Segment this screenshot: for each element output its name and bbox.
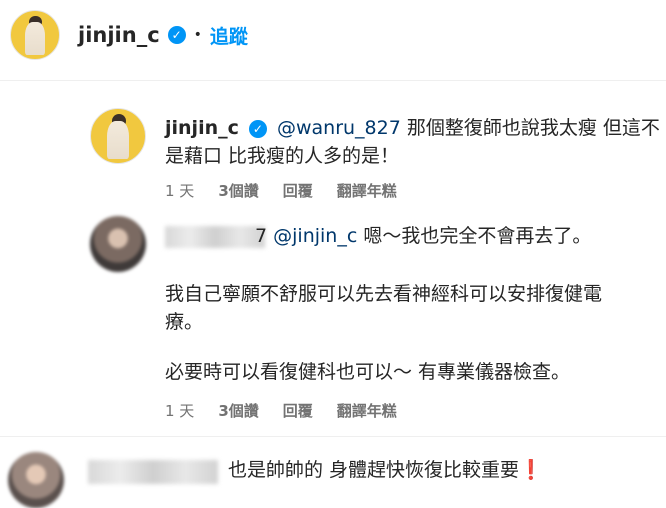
follow-button[interactable]: 追蹤 bbox=[210, 22, 248, 49]
reply1-text-line1: 那個整復師也說我太瘦 但這不 bbox=[400, 117, 660, 139]
reply2-time[interactable]: 1 天 bbox=[165, 400, 194, 421]
reply2-text-body: 我自己寧願不舒服可以先去看神經科可以安排復健電 療。 bbox=[165, 280, 665, 336]
reply2-text-line3: 療。 bbox=[165, 311, 204, 333]
section-divider bbox=[0, 436, 666, 437]
header-avatar[interactable] bbox=[10, 10, 60, 60]
reply1-text-line2: 是藉口 比我瘦的人多的是！ bbox=[165, 145, 400, 167]
reply2-translate-button[interactable]: 翻譯年糕 bbox=[337, 400, 397, 421]
header-dot: • bbox=[193, 27, 202, 43]
header-divider bbox=[0, 80, 666, 81]
reply2-mention[interactable]: @jinjin_c bbox=[273, 225, 357, 247]
reply1-text: jinjin_c ✓ @wanru_827 那個整復師也說我太瘦 但這不 是藉口… bbox=[165, 114, 665, 170]
reply2-meta: 1 天 3個讚 回覆 翻譯年糕 bbox=[165, 400, 397, 421]
reply1-likes[interactable]: 3個讚 bbox=[218, 180, 258, 201]
reply2-username-blurred bbox=[165, 226, 265, 248]
reply1-mention[interactable]: @wanru_827 bbox=[277, 117, 401, 139]
comment3-username-blurred bbox=[88, 460, 218, 484]
comment3-avatar[interactable] bbox=[8, 452, 64, 508]
comment3-text: 也是帥帥的 身體趕快恢復比較重要❗ bbox=[228, 456, 543, 484]
reply2-text-line1: 嗯～我也完全不會再去了。 bbox=[357, 225, 592, 247]
verified-badge-icon: ✓ bbox=[167, 26, 186, 44]
reply1-meta: 1 天 3個讚 回覆 翻譯年糕 bbox=[165, 180, 397, 201]
header-bar: jinjin_c ✓ • 追蹤 bbox=[78, 20, 248, 50]
avatar-figure-body bbox=[25, 21, 45, 56]
reply2-likes[interactable]: 3個讚 bbox=[218, 400, 258, 421]
header-username[interactable]: jinjin_c bbox=[78, 23, 160, 47]
reply1-translate-button[interactable]: 翻譯年糕 bbox=[337, 180, 397, 201]
reply1-reply-button[interactable]: 回覆 bbox=[283, 180, 313, 201]
reply2-text-line2: 我自己寧願不舒服可以先去看神經科可以安排復健電 bbox=[165, 283, 603, 305]
verified-badge-icon: ✓ bbox=[248, 119, 267, 138]
reply2-text-line4: 必要時可以看復健科也可以～ 有專業儀器檢查。 bbox=[165, 361, 571, 383]
exclamation-icon: ❗ bbox=[519, 459, 543, 481]
reply2-reply-button[interactable]: 回覆 bbox=[283, 400, 313, 421]
reply2-text-first: 7 @jinjin_c 嗯～我也完全不會再去了。 bbox=[255, 222, 591, 250]
comment3-text-body: 也是帥帥的 身體趕快恢復比較重要 bbox=[228, 459, 520, 481]
reply1-avatar[interactable] bbox=[90, 108, 146, 164]
reply2-username-partial: 7 bbox=[255, 225, 268, 247]
avatar-figure-body bbox=[107, 120, 129, 159]
reply1-username[interactable]: jinjin_c bbox=[165, 117, 239, 139]
reply2-avatar[interactable] bbox=[90, 216, 146, 272]
reply1-time[interactable]: 1 天 bbox=[165, 180, 194, 201]
